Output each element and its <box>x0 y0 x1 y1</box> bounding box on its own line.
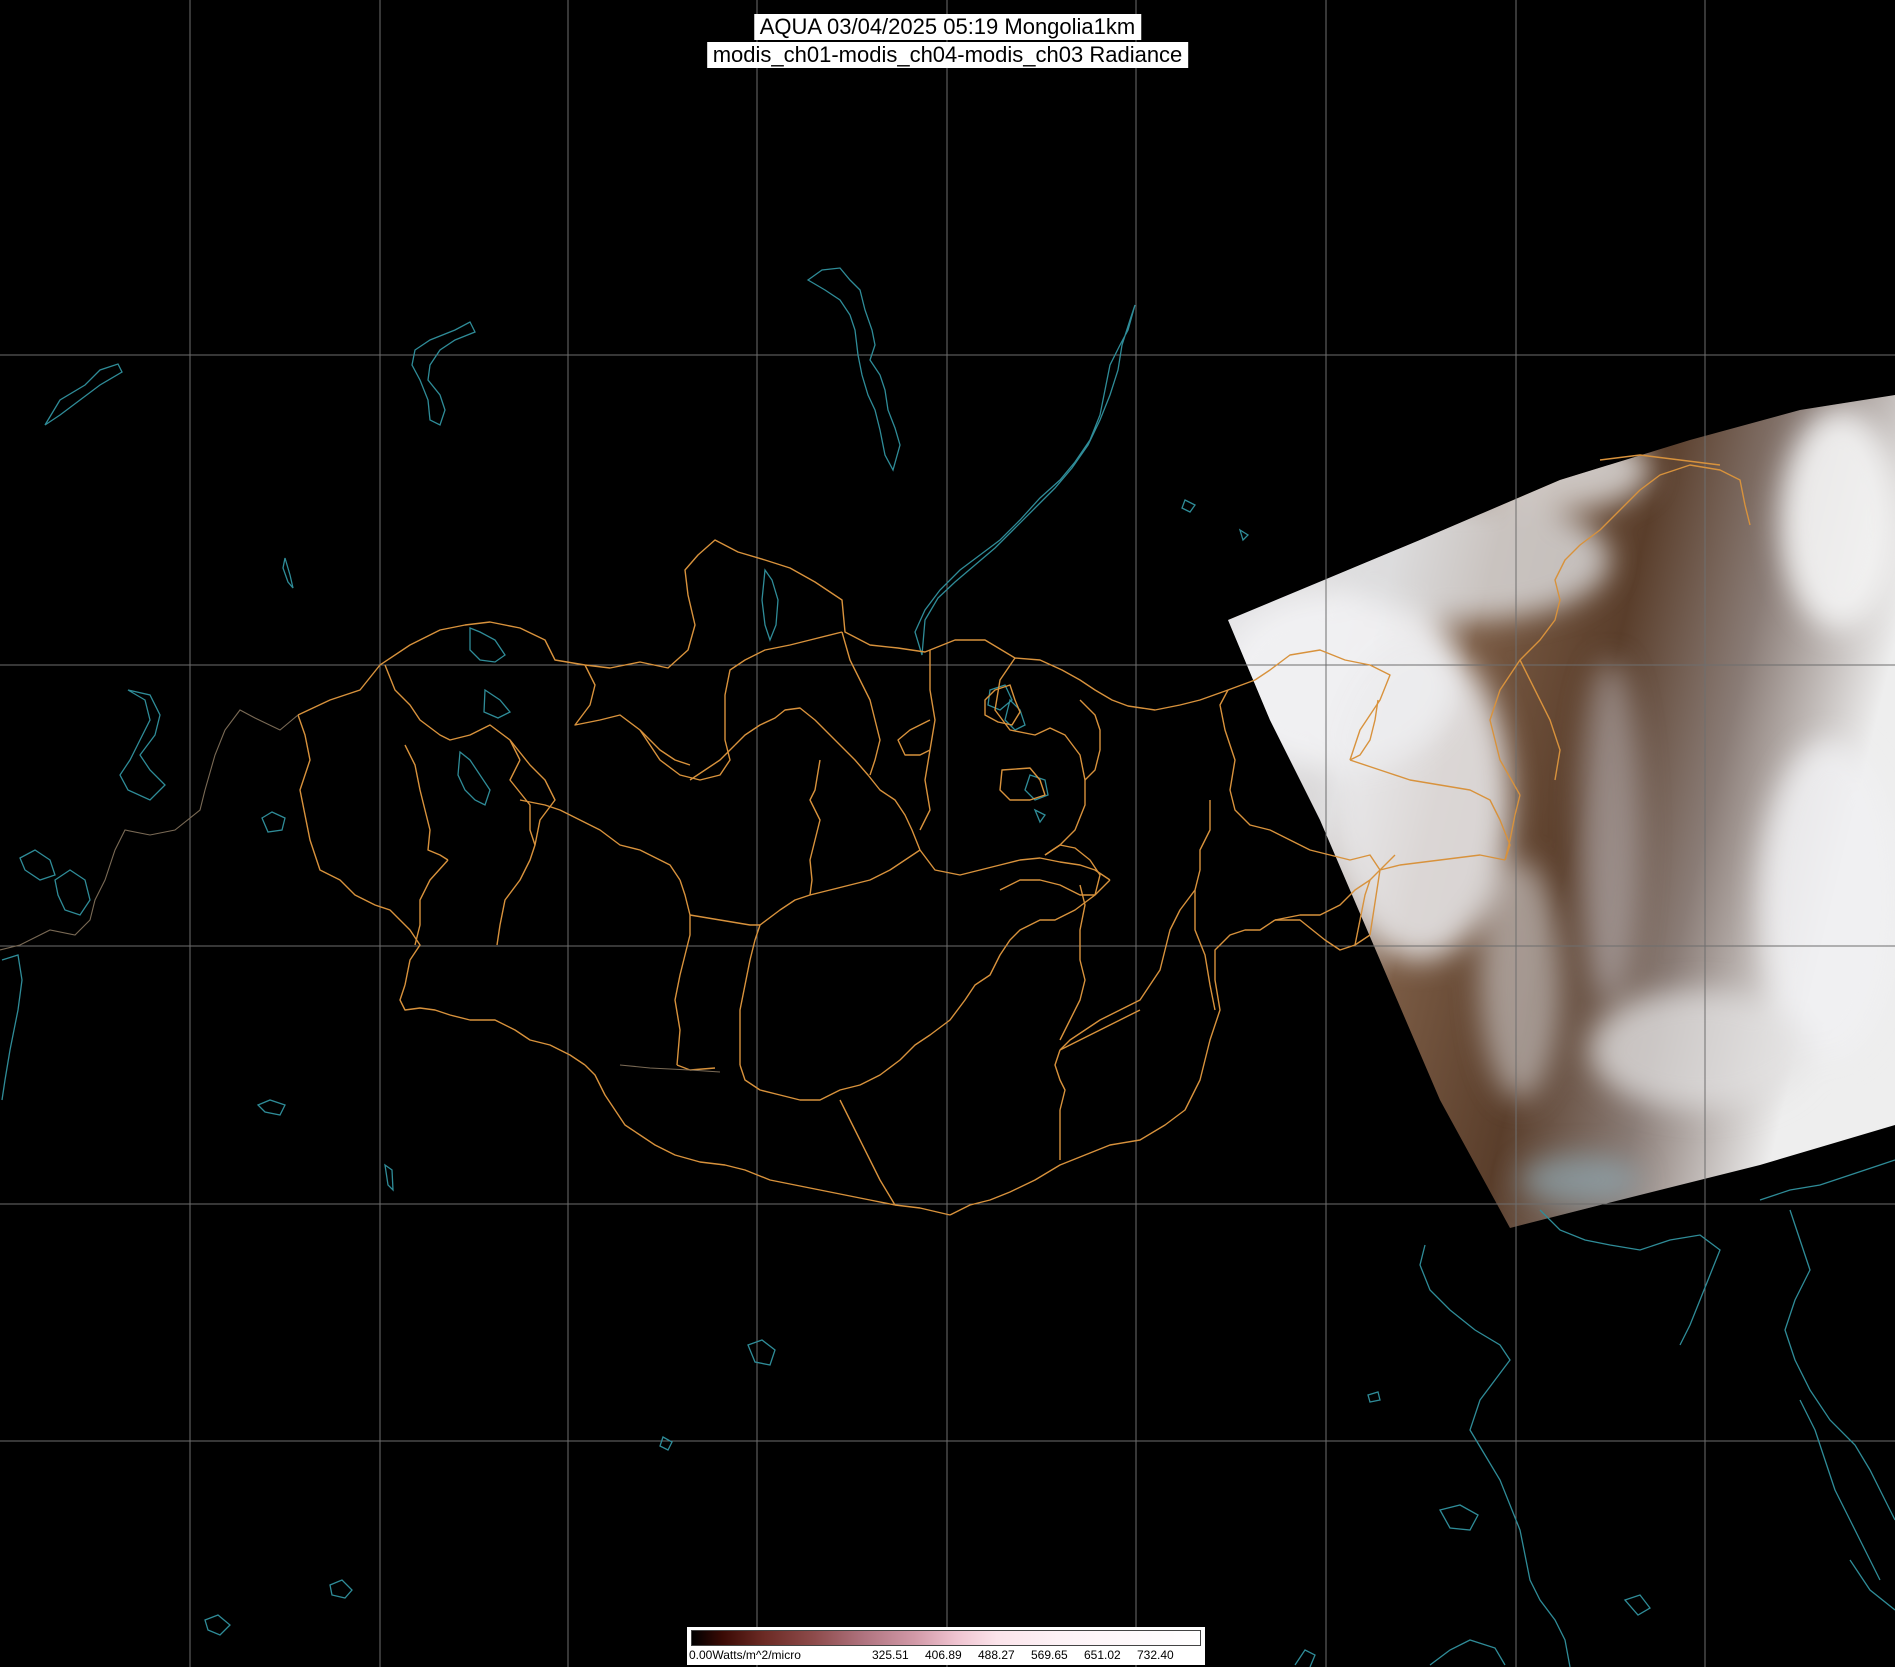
colorbar-ramp <box>691 1630 1201 1646</box>
colorbar-legend: 0.00Watts/m^2/micro 325.51 406.89 488.27… <box>687 1627 1205 1665</box>
colorbar-tick-label: 569.65 <box>1031 1648 1068 1662</box>
colorbar-min-label: 0.00Watts/m^2/micro <box>689 1648 801 1662</box>
colorbar-labels: 0.00Watts/m^2/micro 325.51 406.89 488.27… <box>687 1647 1205 1663</box>
map-view[interactable] <box>0 0 1895 1667</box>
colorbar-tick-label: 488.27 <box>978 1648 1015 1662</box>
satellite-swath-image <box>1228 395 1895 1228</box>
colorbar-tick-label: 325.51 <box>872 1648 909 1662</box>
map-title-line-2: modis_ch01-modis_ch04-modis_ch03 Radianc… <box>706 42 1189 68</box>
colorbar-tick-label: 406.89 <box>925 1648 962 1662</box>
map-title-line-1: AQUA 03/04/2025 05:19 Mongolia1km <box>753 14 1142 40</box>
international-border-west <box>0 709 721 1073</box>
colorbar-tick-label: 651.02 <box>1084 1648 1121 1662</box>
colorbar-tick-label: 732.40 <box>1137 1648 1174 1662</box>
